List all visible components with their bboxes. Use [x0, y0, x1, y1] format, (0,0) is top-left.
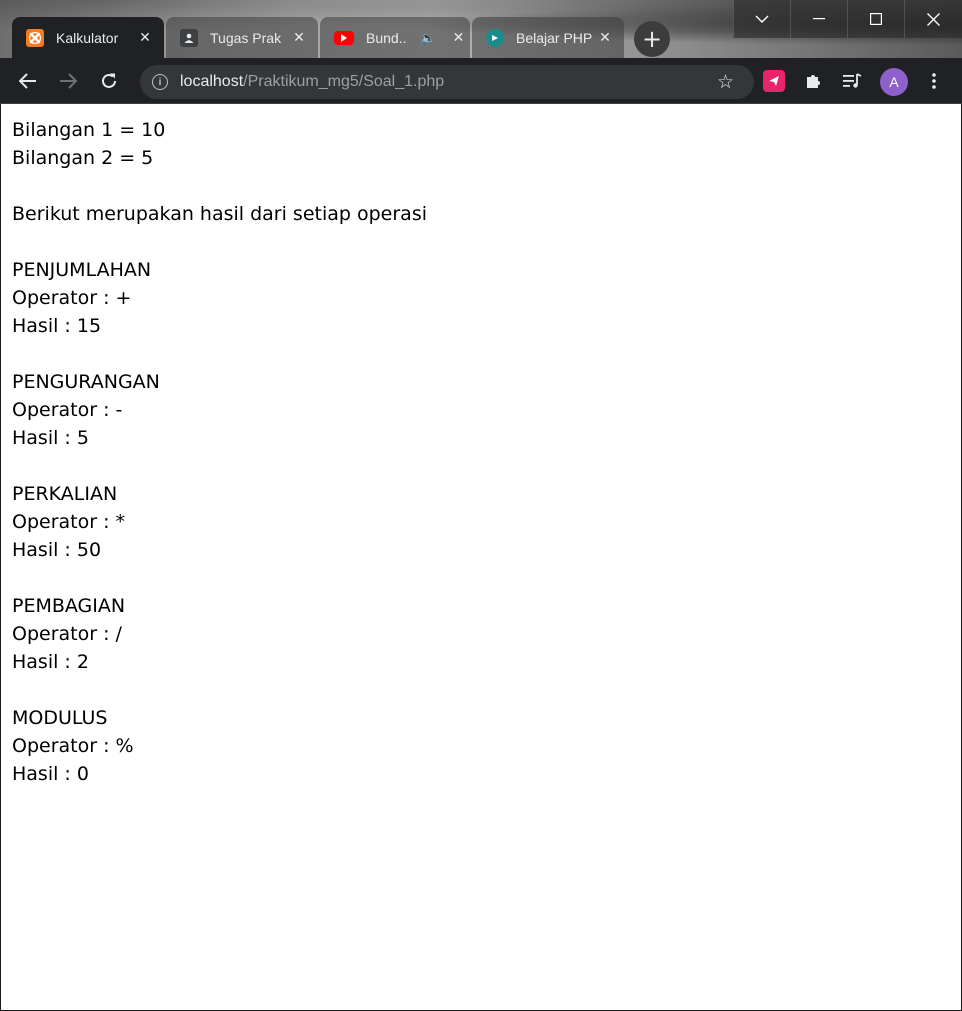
hasil-text: Hasil : 2 — [12, 651, 89, 673]
tab-label: Kalkulator — [56, 29, 119, 46]
tab-label: Belajar PHP — [516, 29, 593, 46]
xampp-icon — [26, 28, 44, 47]
section-heading-modulus: MODULUS — [12, 707, 108, 729]
tab-kalkulator[interactable]: Kalkulator ✕ — [12, 17, 164, 58]
operator-text: Operator : - — [12, 399, 123, 421]
tab-youtube[interactable]: Bund.. 🔈 ✕ — [320, 17, 470, 58]
browser-toolbar: i localhost/Praktikum_mg5/Soal_1.php ☆ A — [0, 58, 962, 104]
speaker-icon[interactable]: 🔈 — [420, 31, 435, 45]
minimize-button[interactable] — [790, 0, 847, 38]
close-icon[interactable]: ✕ — [290, 29, 308, 47]
hasil-text: Hasil : 50 — [12, 539, 102, 561]
profile-avatar[interactable]: A — [880, 68, 908, 96]
bilangan-1-text: Bilangan 1 = 10 — [12, 119, 166, 141]
forward-button[interactable] — [55, 68, 81, 94]
tab-label: Bund.. — [366, 29, 407, 46]
hasil-text: Hasil : 15 — [12, 315, 102, 337]
page-content: Bilangan 1 = 10 Bilangan 2 = 5 Berikut m… — [12, 116, 427, 788]
hasil-text: Hasil : 0 — [12, 763, 89, 785]
tab-label: Tugas Prak — [210, 29, 282, 46]
web-icon — [486, 28, 504, 47]
close-icon[interactable]: ✕ — [449, 29, 467, 47]
tab-belajar-php[interactable]: Belajar PHP ✕ — [472, 17, 624, 58]
operator-text: Operator : % — [12, 735, 134, 757]
youtube-icon — [334, 30, 354, 45]
operator-text: Operator : * — [12, 511, 126, 533]
maximize-icon — [870, 13, 882, 25]
section-heading-perkalian: PERKALIAN — [12, 483, 118, 505]
bookmark-star-icon[interactable]: ☆ — [717, 71, 734, 94]
maximize-button[interactable] — [847, 0, 904, 38]
minimize-icon — [813, 18, 825, 20]
address-bar[interactable]: i localhost/Praktikum_mg5/Soal_1.php ☆ — [140, 65, 754, 99]
back-button[interactable] — [15, 68, 41, 94]
browser-titlebar: Kalkulator ✕ Tugas Prak ✕ Bund.. 🔈 ✕ Bel… — [0, 0, 962, 62]
reload-button[interactable] — [96, 68, 122, 94]
arrow-left-icon — [19, 73, 36, 89]
reload-icon — [102, 73, 116, 88]
hasil-text: Hasil : 5 — [12, 427, 89, 449]
new-tab-button[interactable]: + — [634, 21, 670, 57]
info-icon[interactable]: i — [152, 74, 168, 90]
media-control-icon[interactable] — [841, 70, 863, 92]
tab-tugas-prak[interactable]: Tugas Prak ✕ — [166, 17, 318, 58]
chevron-down-icon — [755, 15, 769, 23]
tab-search-button[interactable] — [733, 0, 790, 38]
section-heading-penjumlahan: PENJUMLAHAN — [12, 259, 152, 281]
operator-text: Operator : + — [12, 287, 132, 309]
operator-text: Operator : / — [12, 623, 122, 645]
send-extension-icon[interactable] — [763, 70, 785, 92]
close-icon[interactable]: ✕ — [596, 29, 614, 47]
section-heading-pengurangan: PENGURANGAN — [12, 371, 160, 393]
intro-text: Berikut merupakan hasil dari setiap oper… — [12, 203, 427, 225]
url-host: localhost — [180, 73, 244, 90]
extensions-puzzle-icon[interactable] — [802, 70, 824, 92]
page-viewport: Bilangan 1 = 10 Bilangan 2 = 5 Berikut m… — [0, 104, 962, 1011]
close-icon — [927, 12, 940, 26]
more-menu-icon[interactable] — [924, 69, 944, 93]
close-icon[interactable]: ✕ — [136, 29, 154, 47]
arrow-right-icon — [60, 73, 77, 89]
url-path: /Praktikum_mg5/Soal_1.php — [243, 73, 445, 90]
section-heading-pembagian: PEMBAGIAN — [12, 595, 126, 617]
bilangan-2-text: Bilangan 2 = 5 — [12, 147, 154, 169]
window-close-button[interactable] — [904, 0, 962, 38]
classroom-icon — [180, 28, 198, 47]
